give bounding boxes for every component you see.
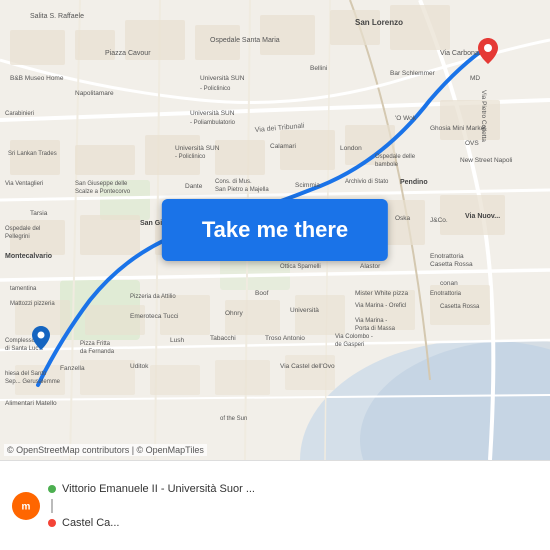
svg-text:MD: MD [470,75,480,82]
moovit-logo-icon: m [12,492,40,520]
svg-text:Bellini: Bellini [310,65,327,72]
svg-text:Sri Lankan Trades: Sri Lankan Trades [8,151,57,157]
svg-text:Università SUN: Università SUN [200,75,245,82]
destination-pin [478,38,498,64]
svg-text:bambole: bambole [375,162,399,168]
svg-text:Mister White pizza: Mister White pizza [355,290,408,297]
svg-text:Mattozzi pizzeria: Mattozzi pizzeria [10,301,55,307]
route-info: Vittorio Emanuele II - Università Suor .… [48,483,538,529]
svg-text:tamentina: tamentina [10,286,37,292]
svg-text:- Policlinico: - Policlinico [200,86,231,92]
svg-text:B&B Museo Home: B&B Museo Home [10,75,64,82]
svg-text:Ottica Sparnelli: Ottica Sparnelli [280,264,321,270]
take-me-there-button[interactable]: Take me there [162,199,388,261]
svg-text:Bar Schlemmer: Bar Schlemmer [390,70,436,77]
svg-text:- Policlinico: - Policlinico [175,154,206,160]
svg-text:Uditok: Uditok [130,363,149,370]
route-to-label: Castel Ca... [62,517,119,529]
svg-text:'O Wok: 'O Wok [395,115,417,122]
svg-text:Pizza Fritta: Pizza Fritta [80,341,111,347]
svg-text:- Poliambulatorio: - Poliambulatorio [190,120,236,126]
svg-text:Dante: Dante [185,183,203,190]
svg-text:Scalze a Pontecorvo: Scalze a Pontecorvo [75,189,131,195]
svg-text:of the Sun: of the Sun [220,416,247,422]
svg-text:Ohnry: Ohnry [225,310,243,317]
svg-text:Via Marina -: Via Marina - [355,318,387,324]
svg-text:Lush: Lush [170,337,184,344]
svg-text:J&Co.: J&Co. [430,217,448,224]
svg-text:Via Castel dell'Ovo: Via Castel dell'Ovo [280,363,335,370]
svg-text:Pendino: Pendino [400,179,428,186]
svg-text:Emeroteca Tucci: Emeroteca Tucci [130,313,178,320]
svg-text:Via Ventaglieri: Via Ventaglieri [5,181,43,187]
origin-pin [32,326,50,350]
svg-text:Università SUN: Università SUN [175,145,220,152]
svg-text:Troso Antonio: Troso Antonio [265,335,305,342]
svg-text:Ospedale Santa Maria: Ospedale Santa Maria [210,37,280,44]
svg-text:Calamari: Calamari [270,143,296,150]
svg-text:Pizzeria da Attilio: Pizzeria da Attilio [130,294,176,300]
destination-dot [48,519,56,527]
svg-text:m: m [22,501,31,512]
svg-text:da Fernanda: da Fernanda [80,349,115,355]
svg-text:New Street Napoli: New Street Napoli [460,157,512,164]
svg-text:Ospedale delle: Ospedale delle [375,154,416,160]
svg-text:London: London [340,145,362,152]
origin-dot [48,485,56,493]
svg-text:Via Colombo -: Via Colombo - [335,334,373,340]
svg-text:conan: conan [440,280,458,287]
svg-text:Ghosia Mini Market: Ghosia Mini Market [430,125,486,132]
svg-text:Tarsia: Tarsia [30,210,48,217]
route-connector-line [51,499,53,513]
route-from-label: Vittorio Emanuele II - Università Suor .… [62,483,255,495]
svg-text:Cons. di Mus.: Cons. di Mus. [215,179,252,185]
svg-text:Casetta Rossa: Casetta Rossa [430,261,473,268]
svg-text:Boof: Boof [255,290,269,297]
svg-text:de Gasperi: de Gasperi [335,342,364,348]
svg-text:Alastor: Alastor [360,263,381,270]
svg-text:Enotrattoria: Enotrattoria [430,253,464,260]
svg-text:hiesa del Santo: hiesa del Santo [5,371,47,377]
svg-text:Alimentari Matello: Alimentari Matello [5,400,57,407]
svg-text:Ospedale del: Ospedale del [5,226,40,232]
map-container: Salita S. Raffaele Piazza Cavour Ospedal… [0,0,550,460]
svg-text:Enotrattoria: Enotrattoria [430,291,462,297]
svg-text:Piazza Cavour: Piazza Cavour [105,50,151,57]
svg-text:Tabacchi: Tabacchi [210,335,236,342]
svg-text:Oska: Oska [395,215,411,222]
svg-text:OVS: OVS [465,140,479,147]
svg-text:Porta di Massa: Porta di Massa [355,326,396,332]
svg-text:Pellegrini: Pellegrini [5,234,30,240]
svg-text:Via Pietro Colletta: Via Pietro Colletta [480,90,487,142]
svg-text:Salita S. Raffaele: Salita S. Raffaele [30,13,84,20]
svg-text:Napolitamare: Napolitamare [75,90,114,97]
svg-text:San Giuseppe delle: San Giuseppe delle [75,181,128,187]
svg-text:Via Nuov...: Via Nuov... [465,213,500,220]
svg-text:San Lorenzo: San Lorenzo [355,18,403,27]
svg-text:Scimmia: Scimmia [295,182,320,189]
svg-text:Casetta Rossa: Casetta Rossa [440,304,480,310]
svg-text:Via Marina - Oreficl: Via Marina - Oreficl [355,303,406,309]
map-attribution: © OpenStreetMap contributors | © OpenMap… [4,444,207,456]
svg-text:San Pietro a Majella: San Pietro a Majella [215,187,269,193]
svg-text:Università SUN: Università SUN [190,110,235,117]
svg-text:Sep... Gerusalemme: Sep... Gerusalemme [5,379,61,385]
svg-text:Carabinieri: Carabinieri [5,111,34,117]
svg-text:Archivio di Stato: Archivio di Stato [345,179,389,185]
bottom-bar: m Vittorio Emanuele II - Università Suor… [0,460,550,550]
svg-text:Fanzella: Fanzella [60,365,85,372]
svg-text:Montecalvario: Montecalvario [5,253,52,260]
moovit-logo: m [12,492,40,520]
svg-text:Università: Università [290,307,319,314]
